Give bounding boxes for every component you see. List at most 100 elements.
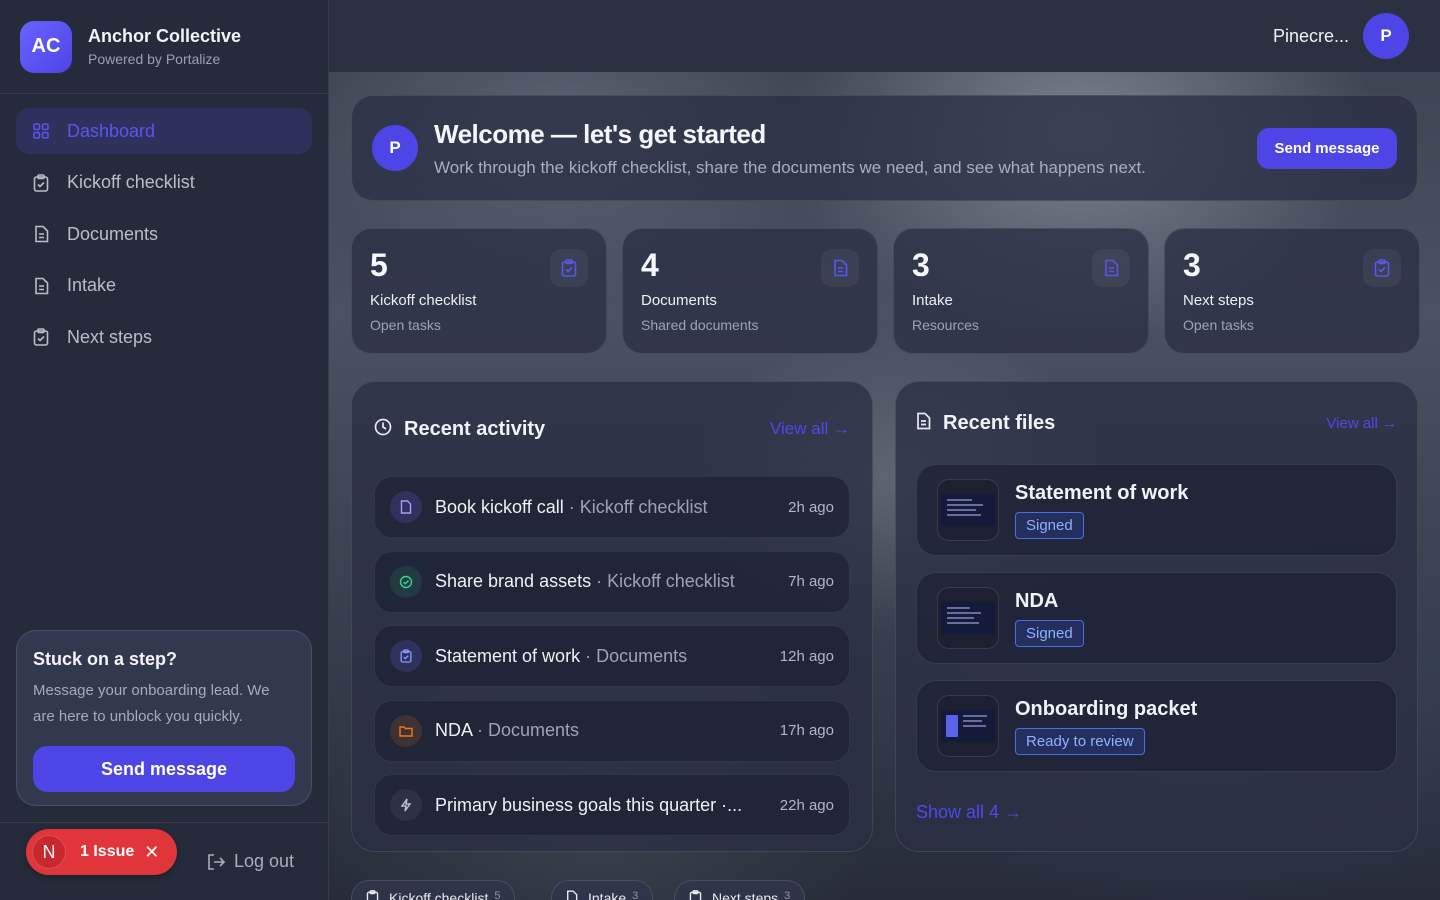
file-thumbnail [937,695,999,757]
show-all-files-link[interactable]: Show all 4 → [916,802,1397,823]
clipboard-icon [550,249,588,287]
clipboard-icon [32,328,50,346]
activity-name: Primary business goals this quarter ·... [435,794,743,815]
stat-label: Intake [912,292,953,309]
clock-icon [374,418,392,441]
logout-button[interactable]: Log out [206,851,294,872]
check-circle-icon [390,565,422,598]
clipboard-icon [689,890,702,900]
file-row[interactable]: NDA Signed [916,572,1397,664]
file-row[interactable]: Onboarding packet Ready to review [916,680,1397,772]
activity-name: NDA [435,720,473,740]
brand-name: Anchor Collective [88,26,242,46]
recent-files-panel: Recent files View all → Statement of wor… [895,381,1418,852]
brand-logo: AC [20,20,72,73]
folder-icon [390,714,422,747]
sidebar-item-next-steps[interactable]: Next steps [16,314,312,360]
status-badge: Signed [1015,511,1084,539]
activity-time: 2h ago [788,498,834,516]
avatar: P [1363,13,1409,59]
recent-activity-panel: Recent activity View all → Book kickoff … [351,381,873,852]
user-name: Pinecre... [1272,25,1349,46]
file-name: Onboarding packet [1015,697,1198,720]
document-icon [821,249,859,287]
tab-kickoff-checklist[interactable]: Kickoff checklist 5 [351,880,516,900]
clipboard-icon [32,173,50,192]
activity-name: Share brand assets [435,571,592,591]
recent-activity-title: Recent activity [404,417,546,440]
activity-row[interactable]: NDA · Documents 17h ago [374,699,850,762]
sidebar-item-kickoff-checklist[interactable]: Kickoff checklist [16,160,312,206]
help-body: Message your onboarding lead. We are her… [33,682,270,725]
clipboard-icon [390,640,422,672]
activity-category: · Documents [580,645,688,666]
sidebar-item-label: Intake [67,275,117,295]
stat-card-next-steps[interactable]: 3 Next steps Open tasks [1164,228,1420,354]
stat-card-intake[interactable]: 3 Intake Resources [893,228,1149,354]
stat-sublabel: Resources [912,317,979,333]
tab-label: Next steps [712,890,779,900]
brand-subtitle: Powered by Portalize [88,51,221,67]
stat-card-documents[interactable]: 4 Documents Shared documents [622,228,878,354]
tab-count: 3 [632,890,639,900]
sidebar-item-label: Documents [67,223,159,244]
activity-time: 7h ago [788,573,834,590]
stat-label: Next steps [1183,292,1254,309]
sidebar: AC Anchor Collective Powered by Portaliz… [0,0,329,900]
activity-time: 12h ago [779,647,834,665]
status-badge: Signed [1015,619,1084,647]
file-name: NDA [1015,589,1059,612]
tab-next-steps[interactable]: Next steps 3 [674,880,806,900]
file-thumbnail [937,479,999,541]
document-icon [1092,249,1130,287]
view-all-activity-link[interactable]: View all → [770,419,850,439]
view-all-files-link[interactable]: View all → [1326,415,1397,432]
tab-count: 3 [784,890,791,900]
document-icon [32,277,50,295]
activity-row[interactable]: Statement of work · Documents 12h ago [374,625,850,687]
file-name: Statement of work [1015,481,1189,504]
clipboard-icon [366,890,379,900]
welcome-title: Welcome — let's get started [434,118,766,149]
stat-label: Kickoff checklist [370,292,477,309]
document-icon [566,890,578,900]
send-message-button[interactable]: Send message [1257,127,1397,169]
tab-label: Kickoff checklist [389,890,489,900]
recent-files-title: Recent files [943,411,1056,434]
sidebar-item-label: Next steps [67,326,153,347]
sidebar-footer: N 1 Issue ✕ Log out [0,822,329,900]
sidebar-item-label: Kickoff checklist [67,172,195,192]
stat-sublabel: Open tasks [370,317,441,333]
tab-intake[interactable]: Intake 3 [551,880,654,900]
sidebar-item-intake[interactable]: Intake [16,263,312,309]
brand[interactable]: AC Anchor Collective Powered by Portaliz… [0,0,328,94]
tab-count: 5 [494,890,501,900]
help-card: Stuck on a step? Message your onboarding… [16,630,312,806]
document-icon [916,412,931,435]
issue-badge[interactable]: N 1 Issue ✕ [26,829,177,875]
sidebar-nav: Dashboard Kickoff checklist Documents In… [0,94,328,380]
activity-row[interactable]: Primary business goals this quarter ·...… [374,774,850,836]
activity-category: · Kickoff checklist [591,571,735,591]
sidebar-item-dashboard[interactable]: Dashboard [16,108,312,154]
logout-label: Log out [234,851,295,871]
avatar: P [372,125,418,171]
activity-category: · Kickoff checklist [563,496,708,517]
activity-category: · Documents [472,720,580,740]
activity-time: 17h ago [779,722,834,739]
stat-card-kickoff-checklist[interactable]: 5 Kickoff checklist Open tasks [351,228,607,354]
activity-name: Statement of work [435,645,581,666]
document-icon [32,225,50,243]
activity-row[interactable]: Book kickoff call · Kickoff checklist 2h… [374,476,850,538]
sidebar-item-documents[interactable]: Documents [16,211,312,257]
activity-row[interactable]: Share brand assets · Kickoff checklist 7… [374,550,850,613]
logout-icon [206,853,226,871]
stat-label: Documents [641,292,717,309]
file-row[interactable]: Statement of work Signed [916,464,1397,556]
activity-time: 22h ago [779,796,834,814]
help-send-message-button[interactable]: Send message [33,746,295,792]
activity-name: Book kickoff call [435,496,564,517]
issue-label: 1 Issue [80,843,135,860]
user-menu[interactable]: Pinecre... P [1273,13,1409,59]
close-icon[interactable]: ✕ [144,842,159,863]
